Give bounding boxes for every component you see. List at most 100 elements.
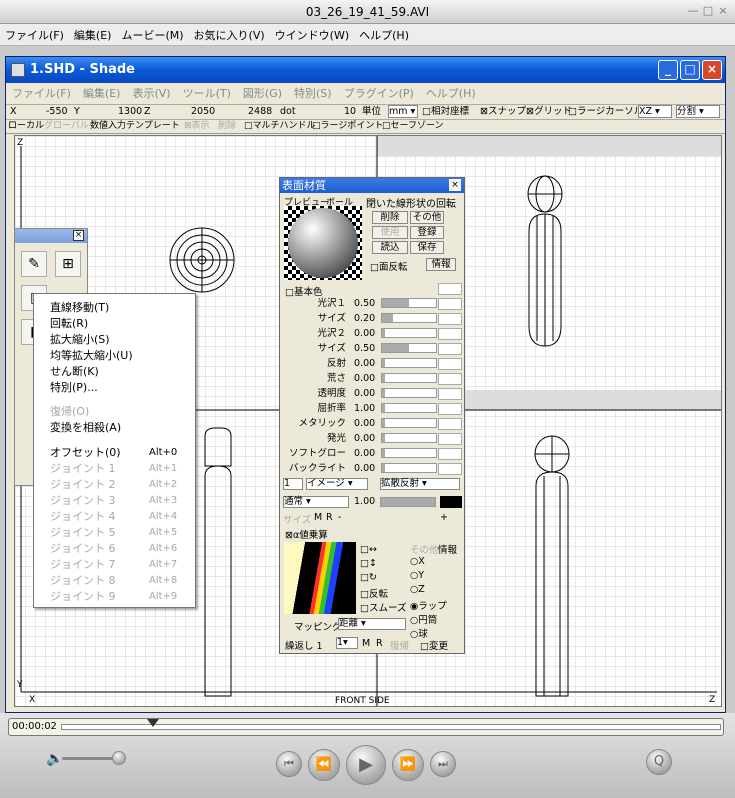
menu-item-joint-9[interactable]: ジョイント 9: [50, 589, 116, 605]
shade-menu-edit[interactable]: 編集(E): [77, 85, 127, 101]
shade-minimize-icon[interactable]: _: [658, 60, 678, 80]
param-swatch[interactable]: [438, 298, 462, 310]
mapping-select[interactable]: 距離 ▾: [338, 618, 406, 630]
flip-checkbox[interactable]: □反転: [360, 586, 388, 600]
param-slider[interactable]: [381, 433, 437, 443]
other2-button[interactable]: その他: [410, 542, 439, 556]
shade-menu-plugin[interactable]: プラグイン(P): [338, 85, 420, 101]
shade-menu-file[interactable]: ファイル(F): [6, 85, 77, 101]
volume-knob[interactable]: [112, 751, 126, 765]
minimize-icon[interactable]: —: [687, 5, 699, 17]
param-swatch[interactable]: [438, 418, 462, 430]
material-preview[interactable]: [284, 206, 362, 280]
menu-edit[interactable]: 編集(E): [69, 27, 117, 43]
param-value[interactable]: 0.20: [354, 313, 380, 325]
shade-menu-view[interactable]: 表示(V): [126, 85, 176, 101]
shade-close-icon[interactable]: ×: [702, 60, 722, 80]
param-slider[interactable]: [381, 388, 437, 398]
blend-select[interactable]: 通常 ▾: [283, 496, 349, 508]
param-value[interactable]: 0.00: [354, 328, 380, 340]
menu-item-joint-8[interactable]: ジョイント 8: [50, 573, 116, 589]
param-slider[interactable]: [381, 373, 437, 383]
menu-item-special[interactable]: 特別(P)...: [50, 380, 98, 396]
shade-maximize-icon[interactable]: □: [680, 60, 700, 80]
display-checkbox[interactable]: ⊠表示: [184, 120, 210, 133]
menu-file[interactable]: ファイル(F): [0, 27, 69, 43]
param-swatch[interactable]: [438, 343, 462, 355]
restore-button[interactable]: 復帰: [390, 638, 409, 652]
multi-handle-checkbox[interactable]: □マルチハンドル: [244, 120, 316, 133]
cylinder-radio[interactable]: ○円筒: [410, 612, 437, 626]
param-slider[interactable]: [381, 328, 437, 338]
menu-item-joint-5[interactable]: ジョイント 5: [50, 525, 116, 541]
diffuse-select[interactable]: 拡散反射 ▾: [380, 478, 460, 490]
timeline-track[interactable]: [61, 724, 721, 730]
menu-item-joint-4[interactable]: ジョイント 4: [50, 509, 116, 525]
menu-item-shear[interactable]: せん断(K): [50, 364, 99, 380]
param-value[interactable]: 0.50: [354, 343, 380, 355]
param-slider[interactable]: [381, 448, 437, 458]
texture-preview[interactable]: [284, 542, 356, 614]
param-value[interactable]: 0.00: [354, 463, 380, 475]
y-value[interactable]: 1300: [118, 105, 142, 119]
playhead[interactable]: [147, 719, 160, 727]
r2-toggle[interactable]: R: [376, 638, 383, 649]
param-value[interactable]: 0.00: [354, 418, 380, 430]
fast-forward-icon[interactable]: ⏩: [392, 749, 424, 781]
menu-item-joint-3[interactable]: ジョイント 3: [50, 493, 116, 509]
m2-toggle[interactable]: M: [362, 638, 370, 649]
info-button[interactable]: 情報: [426, 258, 456, 271]
base-color-swatch[interactable]: [438, 283, 462, 295]
z-value[interactable]: 2050: [191, 105, 215, 119]
axis-z-radio[interactable]: ○Z: [410, 584, 425, 595]
snap-checkbox[interactable]: ⊠スナップ: [480, 105, 526, 119]
param-value[interactable]: 0.00: [354, 448, 380, 460]
menu-item-joint-7[interactable]: ジョイント 7: [50, 557, 116, 573]
menu-item-offset[interactable]: オフセット(0): [50, 445, 121, 461]
smooth-checkbox[interactable]: □スムーズ: [360, 600, 407, 614]
pencil-tool-icon[interactable]: ✎: [21, 251, 47, 277]
safe-zone-checkbox[interactable]: □セーフゾーン: [382, 120, 444, 133]
x-value[interactable]: -550: [46, 105, 68, 119]
param-swatch[interactable]: [438, 403, 462, 415]
register-button[interactable]: 登録: [410, 226, 444, 239]
m-toggle[interactable]: M: [314, 512, 322, 523]
timeline[interactable]: 00:00:02: [8, 718, 724, 736]
blend-slider[interactable]: [380, 497, 436, 507]
use-button[interactable]: 使用: [372, 226, 408, 239]
menu-movie[interactable]: ムービー(M): [116, 27, 188, 43]
param-swatch[interactable]: [438, 313, 462, 325]
menu-item-joint-2[interactable]: ジョイント 2: [50, 477, 116, 493]
param-value[interactable]: 0.00: [354, 358, 380, 370]
plane-select[interactable]: XZ ▾: [638, 105, 672, 118]
plus-button[interactable]: +: [440, 512, 448, 523]
change-checkbox[interactable]: □変更: [420, 638, 448, 652]
param-value[interactable]: 1.00: [354, 403, 380, 415]
menu-item-joint-6[interactable]: ジョイント 6: [50, 541, 116, 557]
wrap-radio[interactable]: ◉ラップ: [410, 598, 447, 612]
menu-help[interactable]: ヘルプ(H): [354, 27, 414, 43]
image-index[interactable]: 1: [283, 478, 303, 490]
relative-checkbox[interactable]: □相対座標: [422, 105, 469, 119]
large-cursor-checkbox[interactable]: □ラージカーソル: [568, 105, 643, 119]
param-slider[interactable]: [381, 403, 437, 413]
menu-favorites[interactable]: お気に入り(V): [189, 27, 270, 43]
skip-forward-icon[interactable]: ⏭: [430, 751, 456, 777]
fit-width-icon[interactable]: □↔: [360, 544, 377, 555]
axis-x-radio[interactable]: ○X: [410, 556, 425, 567]
rotate-image-icon[interactable]: □↻: [360, 572, 377, 583]
tool-palette-close-icon[interactable]: ×: [73, 230, 84, 241]
unit-select[interactable]: mm ▾: [388, 105, 418, 118]
param-swatch[interactable]: [438, 373, 462, 385]
menu-item-translate[interactable]: 直線移動(T): [50, 300, 109, 316]
repeat-select[interactable]: 1▾: [336, 637, 358, 649]
fit-height-icon[interactable]: □↕: [360, 558, 377, 569]
axis-y-radio[interactable]: ○Y: [410, 570, 424, 581]
delete-option[interactable]: 削除: [218, 120, 236, 133]
menu-item-scale[interactable]: 拡大縮小(S): [50, 332, 110, 348]
shade-menu-shape[interactable]: 図形(G): [237, 85, 288, 101]
menu-item-rotate[interactable]: 回転(R): [50, 316, 88, 332]
blend-color-swatch[interactable]: [440, 496, 462, 508]
local-tab[interactable]: ローカル: [8, 120, 44, 133]
param-swatch[interactable]: [438, 448, 462, 460]
